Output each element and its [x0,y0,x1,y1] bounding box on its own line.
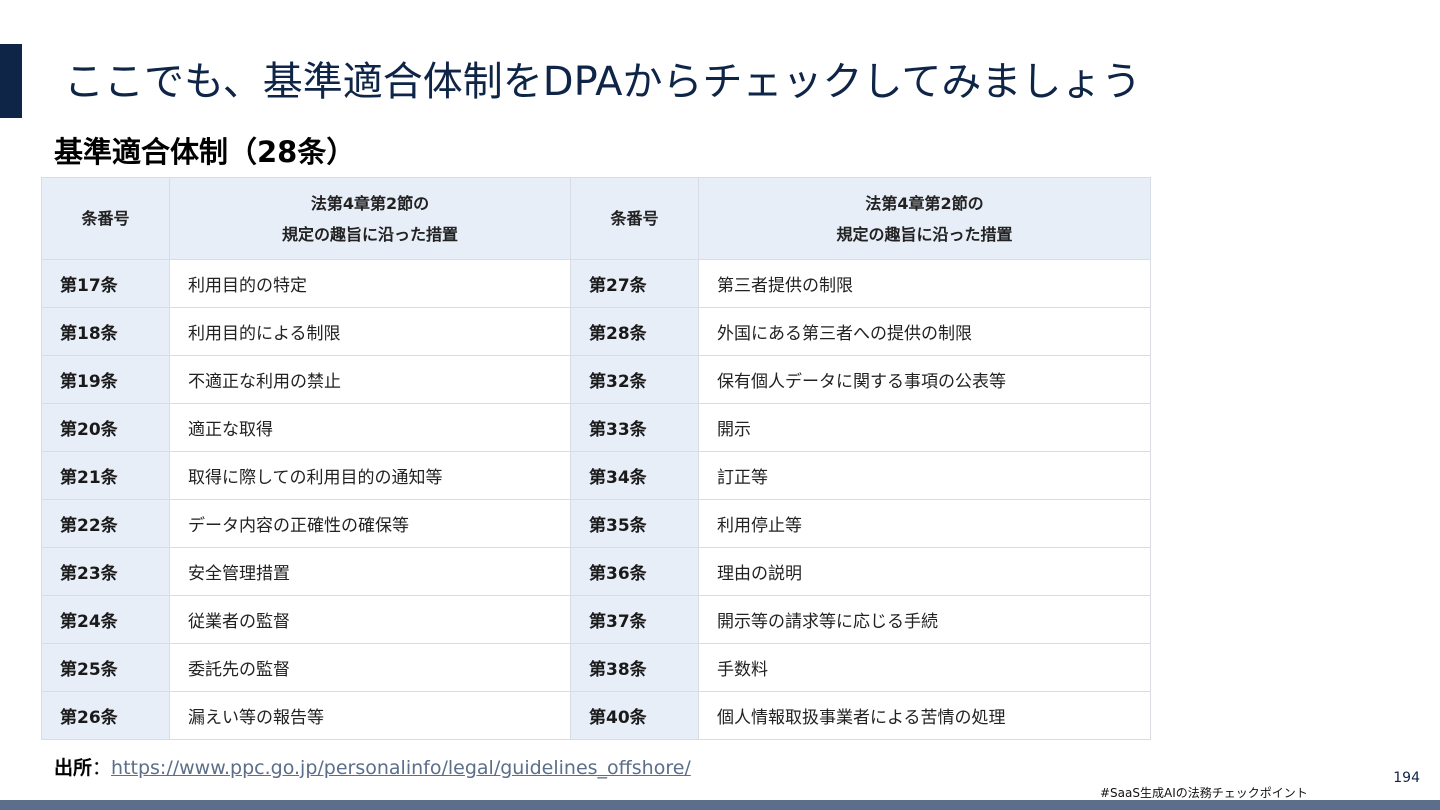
page-number: 194 [1393,770,1420,786]
table-row: 第18条 利用目的による制限 第28条 外国にある第三者への提供の制限 [41,307,1151,356]
footer-band [0,800,1440,810]
table-row: 第17条 利用目的の特定 第27条 第三者提供の制限 [41,259,1151,308]
article-number: 第37条 [570,595,699,644]
article-measure: 理由の説明 [698,547,1151,596]
article-measure: データ内容の正確性の確保等 [169,499,571,548]
article-measure: 外国にある第三者への提供の制限 [698,307,1151,356]
header-measure-line2: 規定の趣旨に沿った措置 [281,224,458,244]
article-measure: 手数料 [698,643,1151,692]
table-row: 第22条 データ内容の正確性の確保等 第35条 利用停止等 [41,499,1151,548]
source-citation: 出所：https://www.ppc.go.jp/personalinfo/le… [54,756,691,780]
article-number: 第40条 [570,691,699,740]
article-number: 第23条 [41,547,170,596]
article-number: 第33条 [570,403,699,452]
table-row: 第26条 漏えい等の報告等 第40条 個人情報取扱事業者による苦情の処理 [41,691,1151,740]
article-measure: 不適正な利用の禁止 [169,355,571,404]
section-heading: 基準適合体制（28条） [54,135,356,169]
header-measure-right: 法第4章第2節の 規定の趣旨に沿った措置 [698,177,1151,260]
article-measure: 漏えい等の報告等 [169,691,571,740]
article-measure: 訂正等 [698,451,1151,500]
article-measure: 個人情報取扱事業者による苦情の処理 [698,691,1151,740]
article-number: 第25条 [41,643,170,692]
article-measure: 従業者の監督 [169,595,571,644]
article-number: 第17条 [41,259,170,308]
article-number: 第26条 [41,691,170,740]
article-measure: 開示 [698,403,1151,452]
article-measure: 利用目的による制限 [169,307,571,356]
header-article-number-right: 条番号 [570,177,699,260]
article-measure: 第三者提供の制限 [698,259,1151,308]
article-measure: 適正な取得 [169,403,571,452]
article-number: 第21条 [41,451,170,500]
article-number: 第24条 [41,595,170,644]
article-measure: 開示等の請求等に応じる手続 [698,595,1151,644]
table-row: 第25条 委託先の監督 第38条 手数料 [41,643,1151,692]
source-link[interactable]: https://www.ppc.go.jp/personalinfo/legal… [111,757,691,779]
article-number: 第22条 [41,499,170,548]
article-measure: 保有個人データに関する事項の公表等 [698,355,1151,404]
article-measure: 委託先の監督 [169,643,571,692]
article-number: 第20条 [41,403,170,452]
table-row: 第21条 取得に際しての利用目的の通知等 第34条 訂正等 [41,451,1151,500]
article-number: 第35条 [570,499,699,548]
header-measure-left: 法第4章第2節の 規定の趣旨に沿った措置 [169,177,571,260]
article-number: 第19条 [41,355,170,404]
source-separator: ： [92,757,112,779]
table-row: 第24条 従業者の監督 第37条 開示等の請求等に応じる手続 [41,595,1151,644]
source-label: 出所 [54,757,93,779]
table-row: 第20条 適正な取得 第33条 開示 [41,403,1151,452]
table-row: 第23条 安全管理措置 第36条 理由の説明 [41,547,1151,596]
article-measure: 利用目的の特定 [169,259,571,308]
header-measure-line1: 法第4章第2節の [310,193,430,213]
article-measure: 取得に際しての利用目的の通知等 [169,451,571,500]
title-accent-bar [0,44,22,118]
article-number: 第32条 [570,355,699,404]
table-row: 第19条 不適正な利用の禁止 第32条 保有個人データに関する事項の公表等 [41,355,1151,404]
article-number: 第27条 [570,259,699,308]
header-measure-line2: 規定の趣旨に沿った措置 [836,224,1013,244]
article-measure: 利用停止等 [698,499,1151,548]
slide-title: ここでも、基準適合体制をDPAからチェックしてみましょう [64,59,1142,105]
article-number: 第18条 [41,307,170,356]
footer-hashtag: #SaaS生成AIの法務チェックポイント [1100,786,1308,800]
article-number: 第34条 [570,451,699,500]
article-number: 第28条 [570,307,699,356]
article-number: 第38条 [570,643,699,692]
article-number: 第36条 [570,547,699,596]
article-measure: 安全管理措置 [169,547,571,596]
articles-table: 条番号 法第4章第2節の 規定の趣旨に沿った措置 条番号 法第4章第2節の 規定… [41,177,1151,740]
header-measure-line1: 法第4章第2節の [865,193,984,213]
header-article-number-left: 条番号 [41,177,170,260]
table-header-row: 条番号 法第4章第2節の 規定の趣旨に沿った措置 条番号 法第4章第2節の 規定… [41,177,1151,260]
